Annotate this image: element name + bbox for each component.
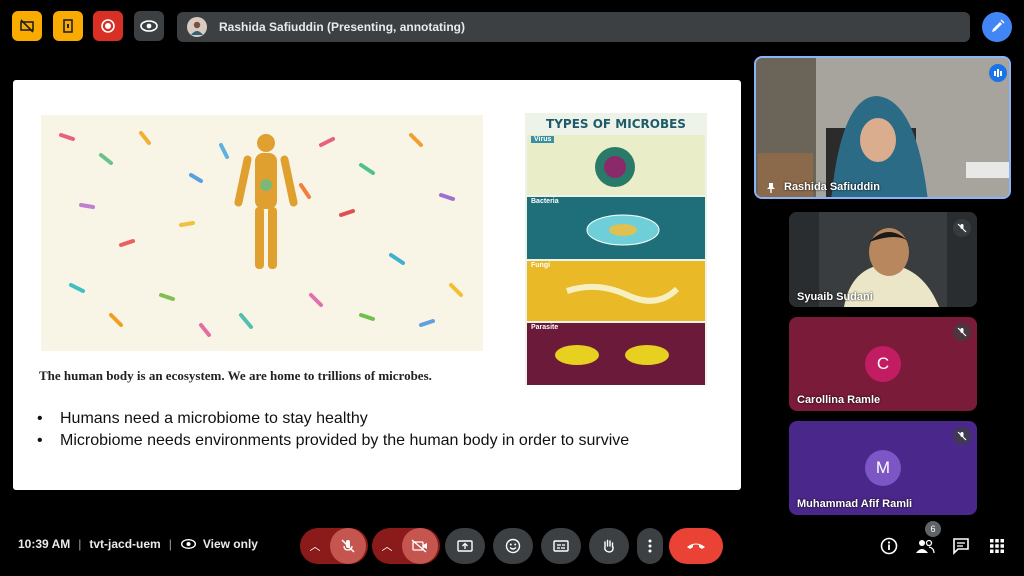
smiley-icon [505, 538, 521, 554]
recording-button[interactable] [93, 11, 123, 41]
bacteria-diagram [586, 214, 660, 246]
present-button[interactable] [445, 528, 485, 564]
audio-bars-icon [994, 69, 1002, 77]
poster-title: TYPES OF MICROBES [546, 117, 686, 131]
muted-indicator [953, 427, 971, 445]
participant-tile[interactable]: C Carollina Ramle [789, 317, 977, 411]
view-mode-label[interactable]: View only [203, 537, 258, 551]
camera-off-icon [411, 539, 427, 553]
fungi-diagram [566, 283, 680, 304]
fungi-label: Fungi [531, 262, 551, 269]
bottom-bar: 10:39 AM | tvt-jacd-uem | View only ︿ ︿ [0, 522, 1024, 568]
companion-mode-button[interactable] [53, 11, 83, 41]
human-microbiome-illustration [41, 115, 483, 351]
activities-button[interactable] [985, 534, 1009, 558]
parasite-label: Parasite [531, 324, 559, 331]
layout-toggle-button[interactable] [12, 11, 42, 41]
meeting-info: 10:39 AM | tvt-jacd-uem | View only [18, 537, 258, 551]
parasite-section: Parasite [527, 323, 705, 385]
captions-icon [553, 540, 569, 552]
chat-icon [953, 538, 969, 555]
fungi-section: Fungi [527, 261, 705, 321]
mic-toggle-button[interactable] [330, 528, 366, 564]
mic-off-icon [957, 327, 967, 337]
presentation-slide: The human body is an ecosystem. We are h… [13, 80, 741, 490]
muted-indicator [953, 219, 971, 237]
virus-label: Virus [531, 136, 555, 143]
participant-tile[interactable]: M Muhammad Afif Ramli [789, 421, 977, 515]
more-vert-icon [648, 539, 652, 553]
present-screen-icon [457, 540, 473, 552]
participant-name: Carollina Ramle [797, 394, 881, 406]
annotate-button[interactable] [982, 12, 1012, 42]
mic-options-chevron-icon[interactable]: ︿ [300, 538, 330, 554]
camera-control: ︿ [372, 528, 440, 564]
top-bar: Rashida Safiuddin (Presenting, annotatin… [0, 0, 1024, 54]
camera-toggle-button[interactable] [402, 528, 438, 564]
apps-grid-icon [990, 539, 1004, 553]
avatar-initial: C [876, 354, 890, 373]
mic-off-icon [957, 431, 967, 441]
divider: | [78, 537, 82, 551]
leave-call-button[interactable] [669, 528, 723, 564]
participant-name: Muhammad Afif Ramli [797, 498, 913, 510]
mic-off-icon [957, 223, 967, 233]
presenting-banner[interactable]: Rashida Safiuddin (Presenting, annotatin… [177, 12, 970, 42]
people-count-badge: 6 [925, 521, 941, 537]
more-options-button[interactable] [637, 528, 663, 564]
bullet-item: Humans need a microbiome to stay healthy [37, 408, 629, 430]
camera-options-chevron-icon[interactable]: ︿ [372, 538, 402, 554]
slide-caption: The human body is an ecosystem. We are h… [39, 368, 432, 383]
types-of-microbes-poster: TYPES OF MICROBES Virus Bacteria Fungi P… [525, 113, 707, 385]
view-only-button[interactable] [134, 11, 164, 41]
avatar-initial: M [875, 458, 891, 477]
clock-time: 10:39 AM [18, 537, 71, 551]
participant-avatar: M [865, 450, 901, 486]
bacteria-label: Bacteria [531, 198, 559, 205]
eye-icon [180, 539, 196, 549]
microbe-dashes-image [59, 131, 463, 337]
people-button[interactable] [913, 534, 937, 558]
info-icon [880, 537, 898, 555]
pen-icon [992, 19, 1005, 32]
pin-icon [767, 183, 775, 193]
mic-off-icon [341, 539, 355, 553]
bullet-item: Microbiome needs environments provided b… [37, 430, 629, 452]
presenter-video [756, 58, 1009, 197]
presenting-label: Rashida Safiuddin (Presenting, annotatin… [219, 20, 466, 34]
participant-tile[interactable]: Syuaib Sudani [789, 212, 977, 307]
speaking-indicator [989, 64, 1007, 82]
eye-icon [140, 20, 158, 32]
participant-tile-presenter[interactable]: Rashida Safiuddin [754, 56, 1011, 199]
person-icon [191, 21, 203, 35]
mic-control: ︿ [300, 528, 368, 564]
parasite-diagram [555, 345, 669, 365]
chat-button[interactable] [949, 534, 973, 558]
bacteria-section: Bacteria [527, 197, 705, 259]
virus-section: Virus [527, 135, 705, 195]
people-icon [916, 539, 935, 554]
reactions-button[interactable] [493, 528, 533, 564]
participant-name: Rashida Safiuddin [784, 181, 880, 193]
record-icon [101, 19, 115, 33]
hang-up-icon [687, 543, 705, 549]
door-icon [63, 19, 73, 33]
raise-hand-button[interactable] [589, 528, 629, 564]
participant-name: Syuaib Sudani [797, 291, 873, 303]
no-camera-grid-icon [20, 19, 34, 33]
hand-icon [604, 539, 614, 553]
participant-avatar: C [865, 346, 901, 382]
meeting-details-button[interactable] [877, 534, 901, 558]
divider: | [168, 537, 172, 551]
captions-button[interactable] [541, 528, 581, 564]
muted-indicator [953, 323, 971, 341]
presenter-avatar [187, 17, 207, 37]
slide-bullets: Humans need a microbiome to stay healthy… [37, 408, 629, 452]
meeting-code: tvt-jacd-uem [89, 537, 161, 551]
virus-diagram [595, 147, 635, 187]
